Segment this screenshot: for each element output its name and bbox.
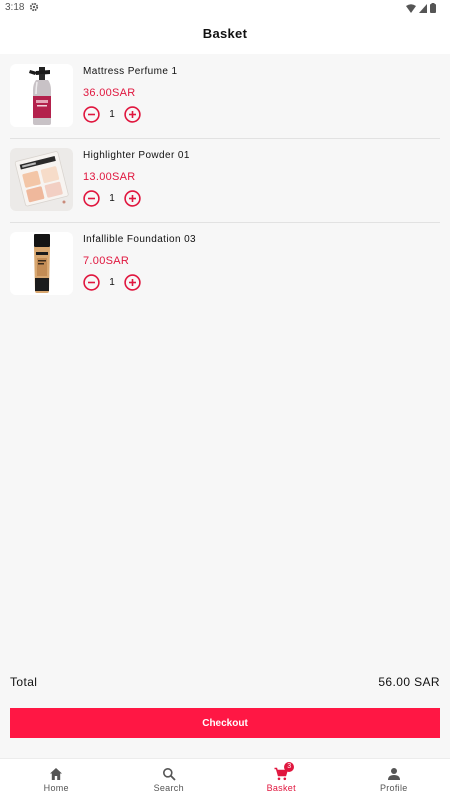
person-icon [387, 768, 400, 780]
nav-label: Profile [379, 783, 408, 793]
quantity-value: 1 [109, 193, 115, 204]
increase-quantity-button[interactable] [124, 274, 141, 291]
nav-label: Basket [266, 783, 296, 793]
status-indicators [406, 3, 436, 13]
spray-bottle-image [29, 67, 51, 125]
bottom-nav: Home Search 3 Basket Profile [0, 758, 450, 800]
basket-item: Highlighter Powder 01 13.00SAR 1 [0, 138, 450, 222]
product-price: 36.00SAR [83, 87, 136, 99]
nav-item-basket[interactable]: 3 Basket [225, 759, 338, 800]
status-time: 3:18 [5, 2, 25, 13]
product-name: Highlighter Powder 01 [83, 150, 190, 161]
product-image[interactable] [10, 64, 73, 127]
product-price: 13.00SAR [83, 171, 136, 183]
increase-quantity-button[interactable] [124, 190, 141, 207]
decrease-quantity-button[interactable] [83, 190, 100, 207]
quantity-stepper: 1 [83, 106, 141, 123]
basket-list: Mattress Perfume 1 36.00SAR 1 Highlighte… [0, 54, 450, 306]
quantity-value: 1 [109, 277, 115, 288]
quantity-value: 1 [109, 109, 115, 120]
settings-gear-icon [29, 2, 39, 12]
battery-icon [430, 3, 436, 13]
nav-label: Home [43, 783, 69, 793]
total-value: 56.00 SAR [378, 675, 440, 689]
wifi-icon [406, 3, 416, 13]
highlighter-palette-image [10, 148, 73, 211]
product-name: Mattress Perfume 1 [83, 66, 178, 77]
nav-label: Search [153, 783, 184, 793]
search-icon [162, 768, 176, 781]
cart-count-badge: 3 [284, 762, 295, 772]
app-header: Basket [0, 16, 450, 54]
status-bar: 3:18 [0, 0, 450, 16]
signal-icon [419, 3, 427, 13]
checkout-button[interactable]: Checkout [10, 708, 440, 738]
quantity-stepper: 1 [83, 274, 141, 291]
foundation-tube-image [34, 234, 50, 293]
product-image[interactable] [10, 148, 73, 211]
basket-item: Mattress Perfume 1 36.00SAR 1 [0, 54, 450, 138]
nav-item-search[interactable]: Search [113, 759, 226, 800]
page-title: Basket [202, 26, 248, 41]
nav-item-home[interactable]: Home [0, 759, 113, 800]
total-row: Total 56.00 SAR [10, 675, 440, 691]
decrease-quantity-button[interactable] [83, 274, 100, 291]
basket-item: Infallible Foundation 03 7.00SAR 1 [0, 222, 450, 306]
quantity-stepper: 1 [83, 190, 141, 207]
product-image[interactable] [10, 232, 73, 295]
product-name: Infallible Foundation 03 [83, 234, 197, 245]
decrease-quantity-button[interactable] [83, 106, 100, 123]
product-price: 7.00SAR [83, 255, 130, 267]
nav-item-profile[interactable]: Profile [338, 759, 450, 800]
home-icon [50, 768, 63, 780]
increase-quantity-button[interactable] [124, 106, 141, 123]
total-label: Total [10, 675, 38, 689]
